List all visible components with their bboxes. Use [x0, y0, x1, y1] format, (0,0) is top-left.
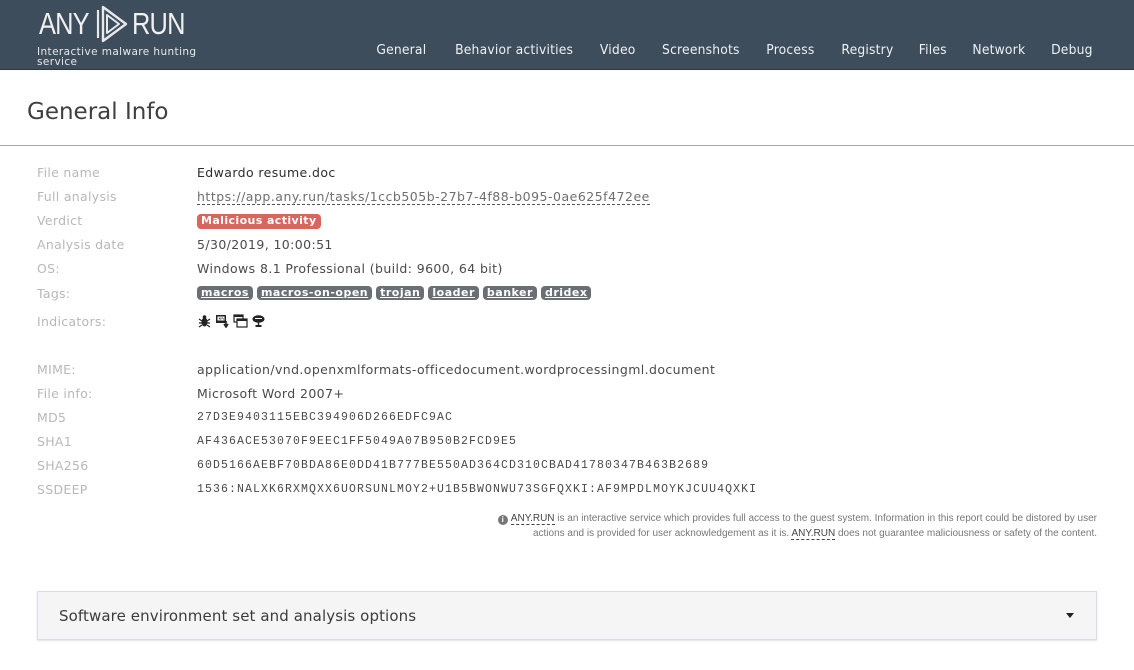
sha256-value: 60D5166AEBF70BDA86E0DD41B777BE550AD364CD… — [197, 458, 710, 472]
sha256-row: SHA256 60D5166AEBF70BDA86E0DD41B777BE550… — [37, 455, 709, 475]
indicators-label: Indicators: — [37, 313, 107, 329]
caret-down-icon[interactable] — [1066, 613, 1074, 618]
tag-loader[interactable]: loader — [428, 286, 479, 300]
nav-debug[interactable]: Debug — [1051, 43, 1093, 58]
full-analysis-label: Full analysis — [37, 188, 117, 204]
play-icon — [96, 5, 127, 43]
tags-list: macros macros-on-open trojan loader bank… — [197, 286, 592, 300]
tag-macros-on-open[interactable]: macros-on-open — [256, 286, 373, 300]
file-name-value: Edwardo resume.doc — [197, 164, 336, 180]
tags-row: Tags: macros macros-on-open trojan loade… — [37, 283, 592, 303]
top-navigation-bar: ANY RUN Interactive malware hunting serv… — [0, 0, 1134, 70]
analysis-date-label: Analysis date — [37, 236, 125, 252]
analysis-date-row: Analysis date 5/30/2019, 10:00:51 — [37, 234, 333, 254]
tag-trojan[interactable]: trojan — [376, 286, 425, 300]
md5-row: MD5 27D3E9403115EBC394906D266EDFC9AC — [37, 407, 453, 427]
tag-banker[interactable]: banker — [482, 286, 537, 300]
sha1-value: AF436ACE53070F9EEC1FF5049A07B950B2FCD9E5 — [197, 434, 518, 448]
tag-dridex[interactable]: dridex — [540, 286, 592, 300]
bug-icon[interactable] — [197, 314, 212, 328]
nav-registry[interactable]: Registry — [841, 43, 893, 58]
disclaimer-text-2: does not guarantee maliciousness or safe… — [835, 528, 1097, 539]
executable-drop-icon[interactable] — [215, 314, 230, 328]
logo-text-run: RUN — [131, 6, 185, 41]
analysis-date-value: 5/30/2019, 10:00:51 — [197, 236, 333, 252]
nav-behavior-activities[interactable]: Behavior activities — [455, 43, 573, 58]
nav-network[interactable]: Network — [972, 43, 1025, 58]
verdict-label: Verdict — [37, 212, 83, 228]
md5-value: 27D3E9403115EBC394906D266EDFC9AC — [197, 410, 454, 424]
nav-files[interactable]: Files — [919, 43, 947, 58]
full-analysis-link[interactable]: https://app.any.run/tasks/1ccb505b-27b7-… — [197, 188, 650, 205]
logo-tagline: Interactive malware hunting service — [37, 46, 197, 68]
nav-general[interactable]: General — [377, 43, 427, 58]
file-name-label: File name — [37, 164, 101, 180]
title-divider — [0, 145, 1134, 146]
tags-label: Tags: — [37, 285, 71, 301]
verdict-badge: Malicious activity — [197, 213, 321, 229]
tag-macros[interactable]: macros — [197, 286, 253, 300]
ssdeep-value: 1536:NALXK6RXMQXX6UORSUNLMOY2+U1B5BWONWU… — [197, 482, 758, 496]
nav-screenshots[interactable]: Screenshots — [662, 43, 740, 58]
disclaimer-brand-link[interactable]: ANY.RUN — [510, 513, 555, 525]
info-icon: i — [497, 515, 508, 525]
software-environment-accordion[interactable]: Software environment set and analysis op… — [37, 591, 1097, 640]
indicators-row: Indicators: — [37, 311, 266, 331]
main-nav: General Behavior activities Video Screen… — [352, 43, 1094, 58]
disclaimer-brand-link-2[interactable]: ANY.RUN — [791, 528, 836, 540]
mime-label: MIME: — [37, 361, 76, 377]
network-cloud-icon[interactable] — [251, 314, 266, 328]
mime-value: application/vnd.openxmlformats-officedoc… — [197, 361, 716, 377]
nav-video[interactable]: Video — [600, 43, 636, 58]
logo-text-any: ANY — [39, 6, 90, 41]
os-row: OS: Windows 8.1 Professional (build: 960… — [37, 258, 503, 278]
ssdeep-label: SSDEEP — [37, 481, 88, 497]
sha1-label: SHA1 — [37, 433, 73, 449]
file-info-value: Microsoft Word 2007+ — [197, 385, 345, 401]
ssdeep-row: SSDEEP 1536:NALXK6RXMQXX6UORSUNLMOY2+U1B… — [37, 479, 757, 499]
anyrun-logo[interactable]: ANY RUN — [39, 4, 196, 44]
page-title: General Info — [27, 99, 169, 125]
accordion-title: Software environment set and analysis op… — [59, 606, 417, 625]
file-info-row: File info: Microsoft Word 2007+ — [37, 383, 344, 403]
sha256-label: SHA256 — [37, 457, 89, 473]
full-analysis-row: Full analysis https://app.any.run/tasks/… — [37, 186, 650, 206]
md5-label: MD5 — [37, 409, 67, 425]
os-value: Windows 8.1 Professional (build: 9600, 6… — [197, 260, 503, 276]
indicators-list — [197, 314, 266, 328]
windows-icon[interactable] — [233, 314, 248, 328]
sha1-row: SHA1 AF436ACE53070F9EEC1FF5049A07B950B2F… — [37, 431, 517, 451]
nav-process[interactable]: Process — [767, 43, 815, 58]
verdict-row: Verdict Malicious activity — [37, 210, 321, 230]
file-info-label: File info: — [37, 385, 93, 401]
mime-row: MIME: application/vnd.openxmlformats-off… — [37, 359, 715, 379]
os-label: OS: — [37, 260, 60, 276]
disclaimer-note: i ANY.RUN is an interactive service which… — [477, 511, 1097, 541]
file-name-row: File name Edwardo resume.doc — [37, 162, 336, 182]
